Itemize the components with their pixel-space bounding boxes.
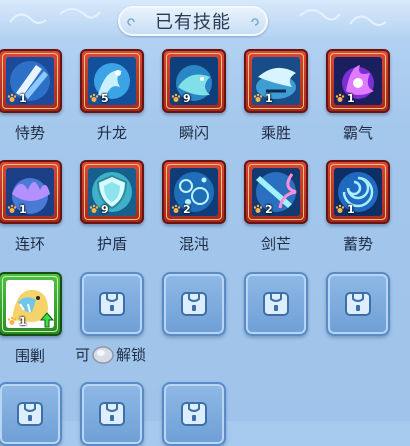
paw-icon [171,93,181,102]
paw-icon [253,93,263,102]
skill-slot[interactable]: 2 [244,160,308,224]
unlock-hint: 可 解锁 [75,344,146,364]
paw-icon [7,93,17,102]
skill-level: 2 [265,202,273,216]
lock-icon [345,292,371,316]
skill-slot[interactable]: 2 [162,160,226,224]
locked-slot[interactable] [80,272,144,336]
paw-icon [335,204,345,213]
lock-icon [181,402,207,426]
lock-icon [99,292,125,316]
skill-name: 连环 [14,235,45,253]
silver-coin-icon [92,346,114,364]
lock-icon [181,292,207,316]
paw-icon [7,316,17,325]
skill-name: 瞬闪 [178,124,209,142]
skill-name: 围剿 [14,347,45,365]
unlock-hint-prefix: 可 [75,345,91,364]
skill-slot[interactable]: 9 [162,49,226,113]
skill-name: 蓄势 [342,235,373,253]
skill-slot[interactable]: 1 [326,160,390,224]
skill-level: 9 [101,202,109,216]
upgrade-arrow-icon [40,312,54,328]
skill-slot[interactable]: 1 [326,49,390,113]
paw-icon [171,204,181,213]
swirl-right-icon [251,18,259,26]
skill-name: 混沌 [178,235,209,253]
skill-slot-upgradable[interactable]: 1 [0,272,62,336]
skill-level: 1 [19,202,27,216]
locked-slot[interactable] [162,272,226,336]
skill-level: 1 [19,91,27,105]
locked-slot[interactable] [80,382,144,446]
skill-name: 乘胜 [260,124,291,142]
skill-level: 1 [347,91,355,105]
skill-name: 霸气 [342,124,373,142]
skill-slot[interactable]: 1 [0,160,62,224]
locked-slot[interactable] [0,382,62,446]
skill-name: 护盾 [96,235,127,253]
skill-slot[interactable]: 9 [80,160,144,224]
paw-icon [89,204,99,213]
locked-slot[interactable] [326,272,390,336]
locked-slot[interactable] [244,272,308,336]
skill-level: 1 [347,202,355,216]
skill-level: 1 [265,91,273,105]
skill-level: 2 [183,202,191,216]
skill-slot[interactable]: 5 [80,49,144,113]
skill-level: 1 [19,314,27,328]
skill-panel: 已有技能 1 恃势 5 升龙 9 瞬闪 1 乘胜 1 霸气 1 连环 9 护盾 … [0,0,410,446]
unlock-hint-suffix: 解锁 [116,345,147,364]
paw-icon [335,93,345,102]
skill-name: 剑芒 [260,235,291,253]
paw-icon [253,204,263,213]
lock-icon [263,292,289,316]
skill-level: 5 [101,91,109,105]
paw-icon [7,204,17,213]
locked-slot[interactable] [162,382,226,446]
skill-slot[interactable]: 1 [244,49,308,113]
lock-icon [99,402,125,426]
skill-name: 恃势 [14,124,45,142]
page-title: 已有技能 [155,12,231,33]
paw-icon [89,93,99,102]
skill-level: 9 [183,91,191,105]
skill-name: 升龙 [96,124,127,142]
skill-slot[interactable]: 1 [0,49,62,113]
title-banner: 已有技能 [118,6,268,36]
lock-icon [17,402,43,426]
